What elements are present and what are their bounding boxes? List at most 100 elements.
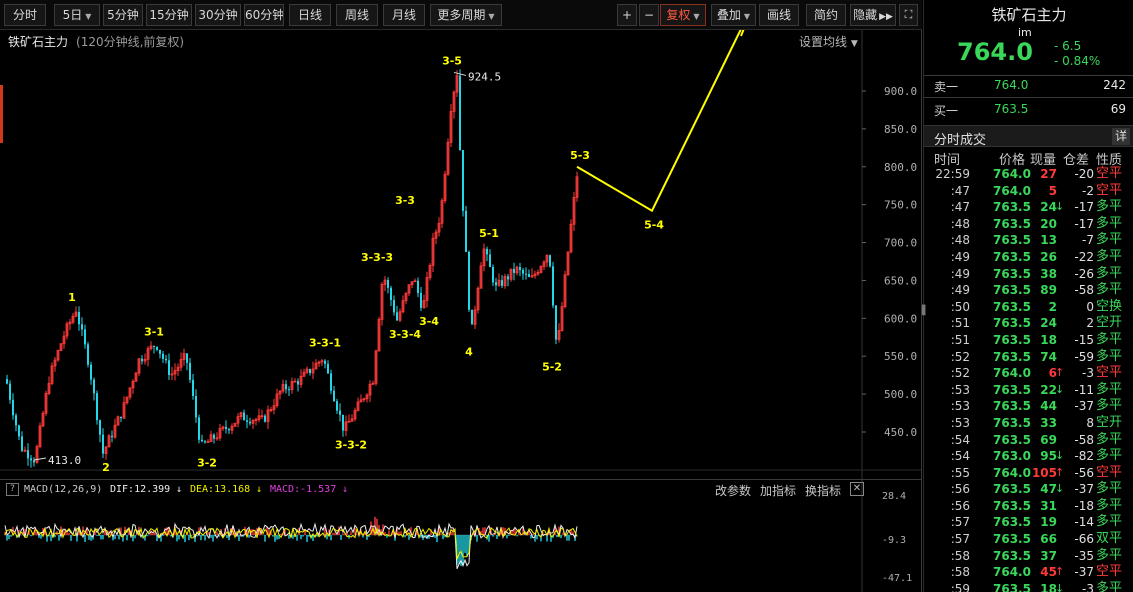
change-params-link[interactable]: 改参数	[715, 482, 751, 499]
overlay-button[interactable]: 叠加 ▼	[711, 4, 756, 26]
candle-down	[90, 364, 92, 380]
trade-time: :53	[950, 415, 970, 430]
price-tick-label: 550.0	[884, 350, 917, 363]
candle-down	[153, 345, 155, 347]
bid-row: 买一 763.5 69	[924, 102, 1133, 120]
trade-oi-change: -17	[1074, 200, 1094, 215]
candle-down	[387, 280, 389, 288]
tab-5day[interactable]: 5日 ▼	[54, 4, 100, 26]
trade-oi-change: -56	[1074, 465, 1094, 480]
trade-time: :57	[950, 532, 970, 547]
macd-tick-label: -47.1	[882, 573, 912, 584]
trade-price: 764.0	[993, 167, 1031, 181]
candle-down	[513, 269, 515, 273]
trade-volume: 37	[1040, 548, 1057, 563]
trade-row: :57 763.5 19 -14 多平	[924, 514, 1133, 531]
adjust-label: 复权	[666, 8, 691, 22]
trade-row: :50 763.5 2 0 空换	[924, 299, 1133, 316]
tab-daily[interactable]: 日线	[289, 4, 331, 26]
trade-oi-change: -15	[1074, 332, 1094, 347]
zoom-in-button[interactable]: +	[617, 4, 637, 26]
price-tick-label: 800.0	[884, 161, 917, 174]
help-icon[interactable]: ?	[6, 483, 19, 496]
quote-panel: ▌ 铁矿石主力 im 764.0 - 6.5 - 0.84% 卖一 764.0 …	[922, 0, 1133, 592]
trade-nature: 多平	[1096, 448, 1123, 464]
trade-nature: 多平	[1096, 431, 1123, 447]
chart-title: 铁矿石主力 (120分钟线,前复权)	[8, 33, 184, 51]
chevron-down-icon: ▼	[850, 39, 858, 49]
trade-time: :54	[950, 449, 970, 464]
close-icon[interactable]: ✕	[850, 482, 864, 496]
trade-nature: 空平	[1096, 166, 1123, 181]
candle-down	[288, 389, 290, 391]
tab-5day-label: 5日	[62, 8, 83, 22]
kline-chart-canvas[interactable]: 900.0 850.0 800.0 750.0 700.0 650.0 600.0 550.0…	[0, 30, 921, 592]
wave-label: 5-1	[479, 227, 499, 240]
simple-mode-button[interactable]: 简约	[806, 4, 846, 26]
candle-down	[525, 273, 527, 275]
low-marker-label: 413.0	[48, 454, 81, 467]
detail-button[interactable]: 详	[1112, 128, 1130, 145]
trade-time: :47	[950, 200, 970, 215]
candle-down	[201, 439, 203, 442]
candle-down	[228, 429, 230, 431]
indicator-bar: ? MACD(12,26,9) DIF:12.399 ↓ DEA:13.168 …	[0, 479, 922, 501]
candle-down	[189, 362, 191, 380]
wave-projection-line	[576, 30, 742, 213]
trade-oi-change: -17	[1074, 216, 1094, 231]
fullscreen-icon[interactable]: ⛶	[899, 4, 918, 26]
trades-header: 分时成交 详	[924, 125, 1133, 148]
trade-volume: 22	[1040, 382, 1057, 397]
zoom-out-button[interactable]: −	[639, 4, 659, 26]
switch-indicator-link[interactable]: 换指标	[805, 482, 841, 499]
trades-list[interactable]: 22:59 764.0 27 -20 空平:47 764.0 5 -2 空平:47 763.5 24…	[924, 166, 1133, 592]
bid-price: 763.5	[994, 102, 1029, 116]
candle-down	[342, 414, 344, 431]
hide-button[interactable]: 隐藏 ▶▶	[850, 4, 896, 26]
tab-30min[interactable]: 30分钟	[195, 4, 241, 26]
trade-time: :57	[950, 515, 970, 530]
tab-15min[interactable]: 15分钟	[146, 4, 192, 26]
tab-monthly[interactable]: 月线	[383, 4, 425, 26]
add-indicator-link[interactable]: 加指标	[760, 482, 796, 499]
candle-down	[501, 280, 503, 286]
candle-down	[96, 393, 98, 421]
macd-params: MACD(12,26,9)	[24, 484, 103, 495]
candle-down	[165, 358, 167, 361]
trade-row: :57 763.5 66 -66 双平	[924, 531, 1133, 548]
arrow-down-icon: ↓	[342, 484, 349, 495]
candle-down	[327, 363, 329, 374]
trade-volume: 20	[1040, 216, 1057, 231]
trade-nature: 多平	[1096, 282, 1123, 298]
adjust-button[interactable]: 复权 ▼	[660, 4, 706, 26]
trade-oi-change: -58	[1074, 283, 1094, 298]
trade-row: :47 764.0 5 -2 空平	[924, 183, 1133, 200]
trade-row: :56 763.5 31 -18 多平	[924, 498, 1133, 515]
trade-time: :49	[950, 283, 970, 298]
trades-columns: 时间 价格 现量 仓差 性质	[924, 149, 1133, 168]
trade-nature: 多平	[1096, 514, 1123, 530]
candle-down	[93, 379, 95, 394]
trade-oi-change: -22	[1074, 249, 1094, 264]
candle-down	[15, 415, 17, 426]
trade-time: :52	[950, 366, 970, 381]
trade-time: :51	[950, 332, 970, 347]
tab-5min[interactable]: 5分钟	[103, 4, 143, 26]
candle-down	[162, 353, 164, 359]
candle-down	[12, 399, 14, 416]
wave-label: 3-2	[197, 457, 217, 470]
trade-nature: 空开	[1096, 315, 1123, 331]
candle-down	[549, 255, 551, 267]
tab-weekly[interactable]: 周线	[336, 4, 378, 26]
candle-down	[225, 426, 227, 430]
tab-more-periods[interactable]: 更多周期 ▼	[430, 4, 502, 26]
double-arrow-right-icon: ▶▶	[879, 12, 893, 22]
wave-label: 3-3	[395, 194, 415, 207]
draw-line-button[interactable]: 画线	[759, 4, 799, 26]
trade-oi-change: -26	[1074, 266, 1094, 281]
tab-60min[interactable]: 60分钟	[244, 4, 284, 26]
tab-intraday[interactable]: 分时	[4, 4, 46, 26]
ma-setting-button[interactable]: 设置均线 ▼	[799, 33, 858, 50]
candle-down	[507, 276, 509, 280]
wave-label: 3-3-4	[389, 328, 421, 341]
